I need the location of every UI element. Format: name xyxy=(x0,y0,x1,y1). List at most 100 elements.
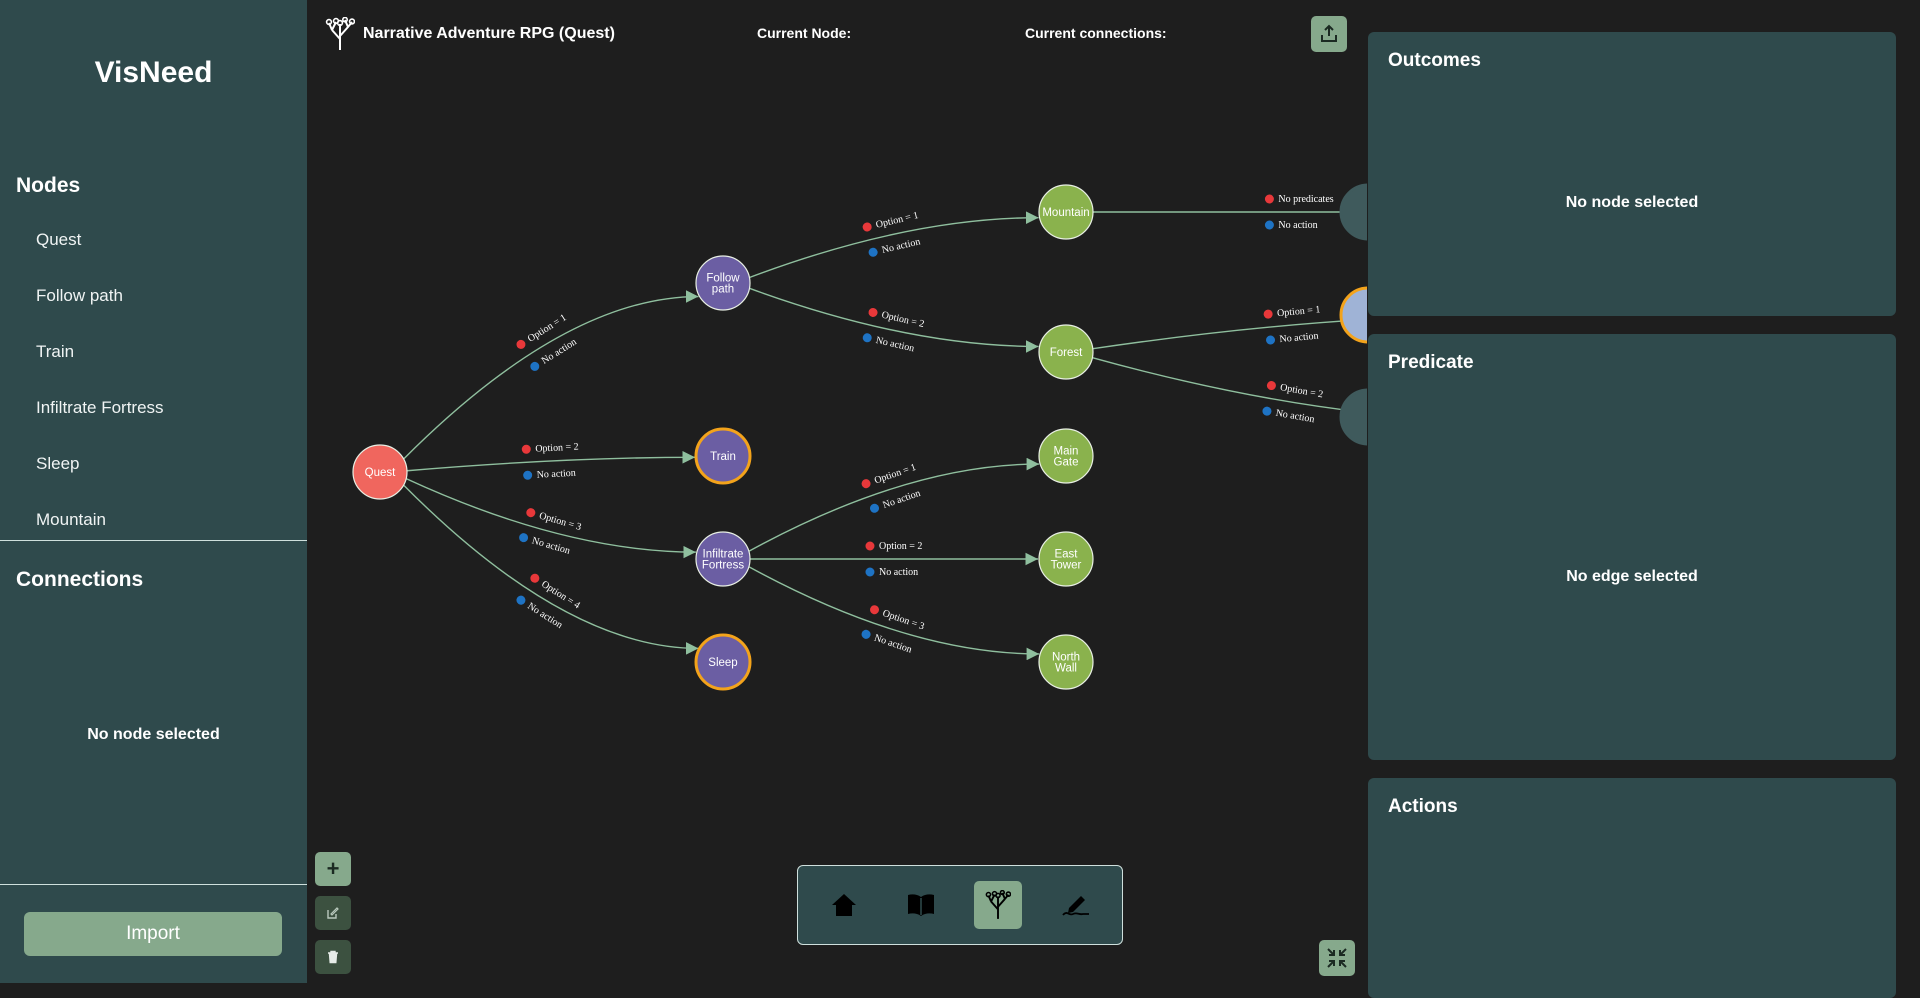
edge-action-text: No action xyxy=(531,535,572,556)
sidebar-divider xyxy=(0,540,307,541)
edge-predicate-text: Option = 2 xyxy=(879,541,922,552)
signature-icon xyxy=(1062,896,1089,916)
edge-predicate-text: Option = 4 xyxy=(539,579,582,612)
action-dot xyxy=(519,533,529,543)
nav-tree-button[interactable] xyxy=(974,881,1022,929)
current-connections-label: Current connections: xyxy=(1025,25,1167,41)
graph-node-infiltrate[interactable]: InfiltrateFortress xyxy=(695,531,751,587)
graph-node-northwall[interactable]: NorthWall xyxy=(1038,634,1094,690)
trash-icon xyxy=(328,950,338,964)
tree-icon xyxy=(985,890,1011,919)
node-label: Fortress xyxy=(702,560,744,572)
action-dot xyxy=(861,629,871,639)
node-label: Train xyxy=(710,451,736,463)
action-dot xyxy=(523,470,533,480)
edge-label[interactable]: Option = 4No action xyxy=(514,572,582,634)
predicate-dot xyxy=(516,339,526,349)
graph-edge[interactable] xyxy=(1092,357,1367,421)
node-label: Sleep xyxy=(708,657,737,669)
fit-view-button[interactable] xyxy=(1319,940,1355,976)
predicate-dot xyxy=(870,605,880,615)
edge-action-text: No action xyxy=(875,335,916,354)
node-list-item[interactable]: Infiltrate Fortress xyxy=(0,380,307,436)
graph-node-train[interactable]: Train xyxy=(694,427,752,485)
edge-action-text: No action xyxy=(879,567,918,578)
predicate-dot xyxy=(1263,309,1273,319)
edge-predicate-text: Option = 3 xyxy=(881,608,926,632)
sidebar-divider xyxy=(0,884,307,885)
nav-write-button[interactable] xyxy=(1052,881,1100,929)
graph-node-maingate[interactable]: MainGate xyxy=(1038,428,1094,484)
graph-node-mountain[interactable]: Mountain xyxy=(1038,184,1094,240)
delete-node-button[interactable] xyxy=(315,940,351,974)
offscreen-node[interactable] xyxy=(1339,388,1367,446)
outcomes-panel: Outcomes No node selected xyxy=(1368,32,1896,316)
edge-predicate-text: Option = 2 xyxy=(880,310,925,330)
edge-action-text: No action xyxy=(1279,331,1319,346)
node-label: Tower xyxy=(1051,560,1082,572)
edge-action-text: No action xyxy=(536,468,576,481)
tree-icon xyxy=(325,16,356,51)
offscreen-node[interactable] xyxy=(1339,286,1367,344)
predicate-dot xyxy=(1264,194,1274,204)
outcomes-empty-message: No node selected xyxy=(1565,194,1699,211)
edge-predicate-text: Option = 1 xyxy=(1277,304,1321,319)
node-list-item[interactable]: Train xyxy=(0,324,307,380)
predicate-title: Predicate xyxy=(1388,352,1474,373)
predicate-dot xyxy=(1266,381,1276,391)
book-icon xyxy=(908,894,934,916)
mode-navigation xyxy=(797,865,1123,945)
node-label: Wall xyxy=(1055,663,1077,675)
add-node-button[interactable]: + xyxy=(315,852,351,886)
node-label: Mountain xyxy=(1042,207,1089,219)
graph-node-forest[interactable]: Forest xyxy=(1038,324,1094,380)
node-label: Gate xyxy=(1054,457,1079,469)
nav-home-button[interactable] xyxy=(820,881,868,929)
node-list-item[interactable]: Mountain xyxy=(0,492,307,528)
project-title: Narrative Adventure RPG (Quest) xyxy=(363,25,615,42)
graph-edge[interactable] xyxy=(1092,315,1367,350)
edge-action-text: No action xyxy=(540,337,579,367)
export-icon xyxy=(1321,24,1337,42)
predicate-dot xyxy=(862,222,872,232)
graph-svg[interactable]: Option = 1No actionOption = 2No actionOp… xyxy=(307,0,1367,983)
graph-node-sleep[interactable]: Sleep xyxy=(694,633,752,691)
edge-action-text: No action xyxy=(1275,408,1315,426)
predicate-dot xyxy=(865,541,875,551)
edge-predicate-text: Option = 1 xyxy=(875,210,920,231)
connections-heading: Connections xyxy=(16,568,144,591)
node-label: Quest xyxy=(365,467,396,479)
actions-title: Actions xyxy=(1388,796,1458,817)
action-dot xyxy=(530,361,540,371)
collapse-icon xyxy=(1327,948,1347,968)
nav-book-button[interactable] xyxy=(897,881,945,929)
predicate-dot xyxy=(526,508,536,518)
actions-panel: Actions xyxy=(1368,778,1896,998)
node-label: Forest xyxy=(1050,347,1083,359)
graph-canvas[interactable]: Option = 1 No action Option = 2 No action Op… xyxy=(307,0,1367,983)
edge-action-text: No action xyxy=(873,633,914,656)
app-title: VisNeed xyxy=(94,56,213,89)
edit-node-button[interactable] xyxy=(315,896,351,930)
graph-node-easttower[interactable]: EastTower xyxy=(1038,531,1094,587)
edge-predicate-text: Option = 2 xyxy=(535,441,579,454)
edge-predicate-text: Option = 2 xyxy=(1279,382,1324,400)
node-list-item[interactable]: Follow path xyxy=(0,268,307,324)
export-button[interactable] xyxy=(1311,16,1347,52)
predicate-empty-message: No edge selected xyxy=(1566,568,1698,585)
predicate-dot xyxy=(521,444,531,454)
action-dot xyxy=(870,503,880,513)
node-list-item[interactable]: Sleep xyxy=(0,436,307,492)
offscreen-node[interactable] xyxy=(1339,183,1367,241)
node-list-item[interactable]: Quest xyxy=(0,212,307,268)
node-list[interactable]: Quest Follow path Train Infiltrate Fortr… xyxy=(0,212,307,528)
graph-node-follow[interactable]: Followpath xyxy=(695,255,751,311)
predicate-panel: Predicate No edge selected xyxy=(1368,334,1896,760)
action-dot xyxy=(868,247,878,257)
graph-node-quest[interactable]: Quest xyxy=(352,444,408,500)
action-dot xyxy=(516,595,526,605)
import-button[interactable]: Import xyxy=(24,912,282,956)
predicate-dot xyxy=(530,573,540,583)
edge-action-text: No action xyxy=(1278,220,1317,231)
predicate-dot xyxy=(861,479,871,489)
